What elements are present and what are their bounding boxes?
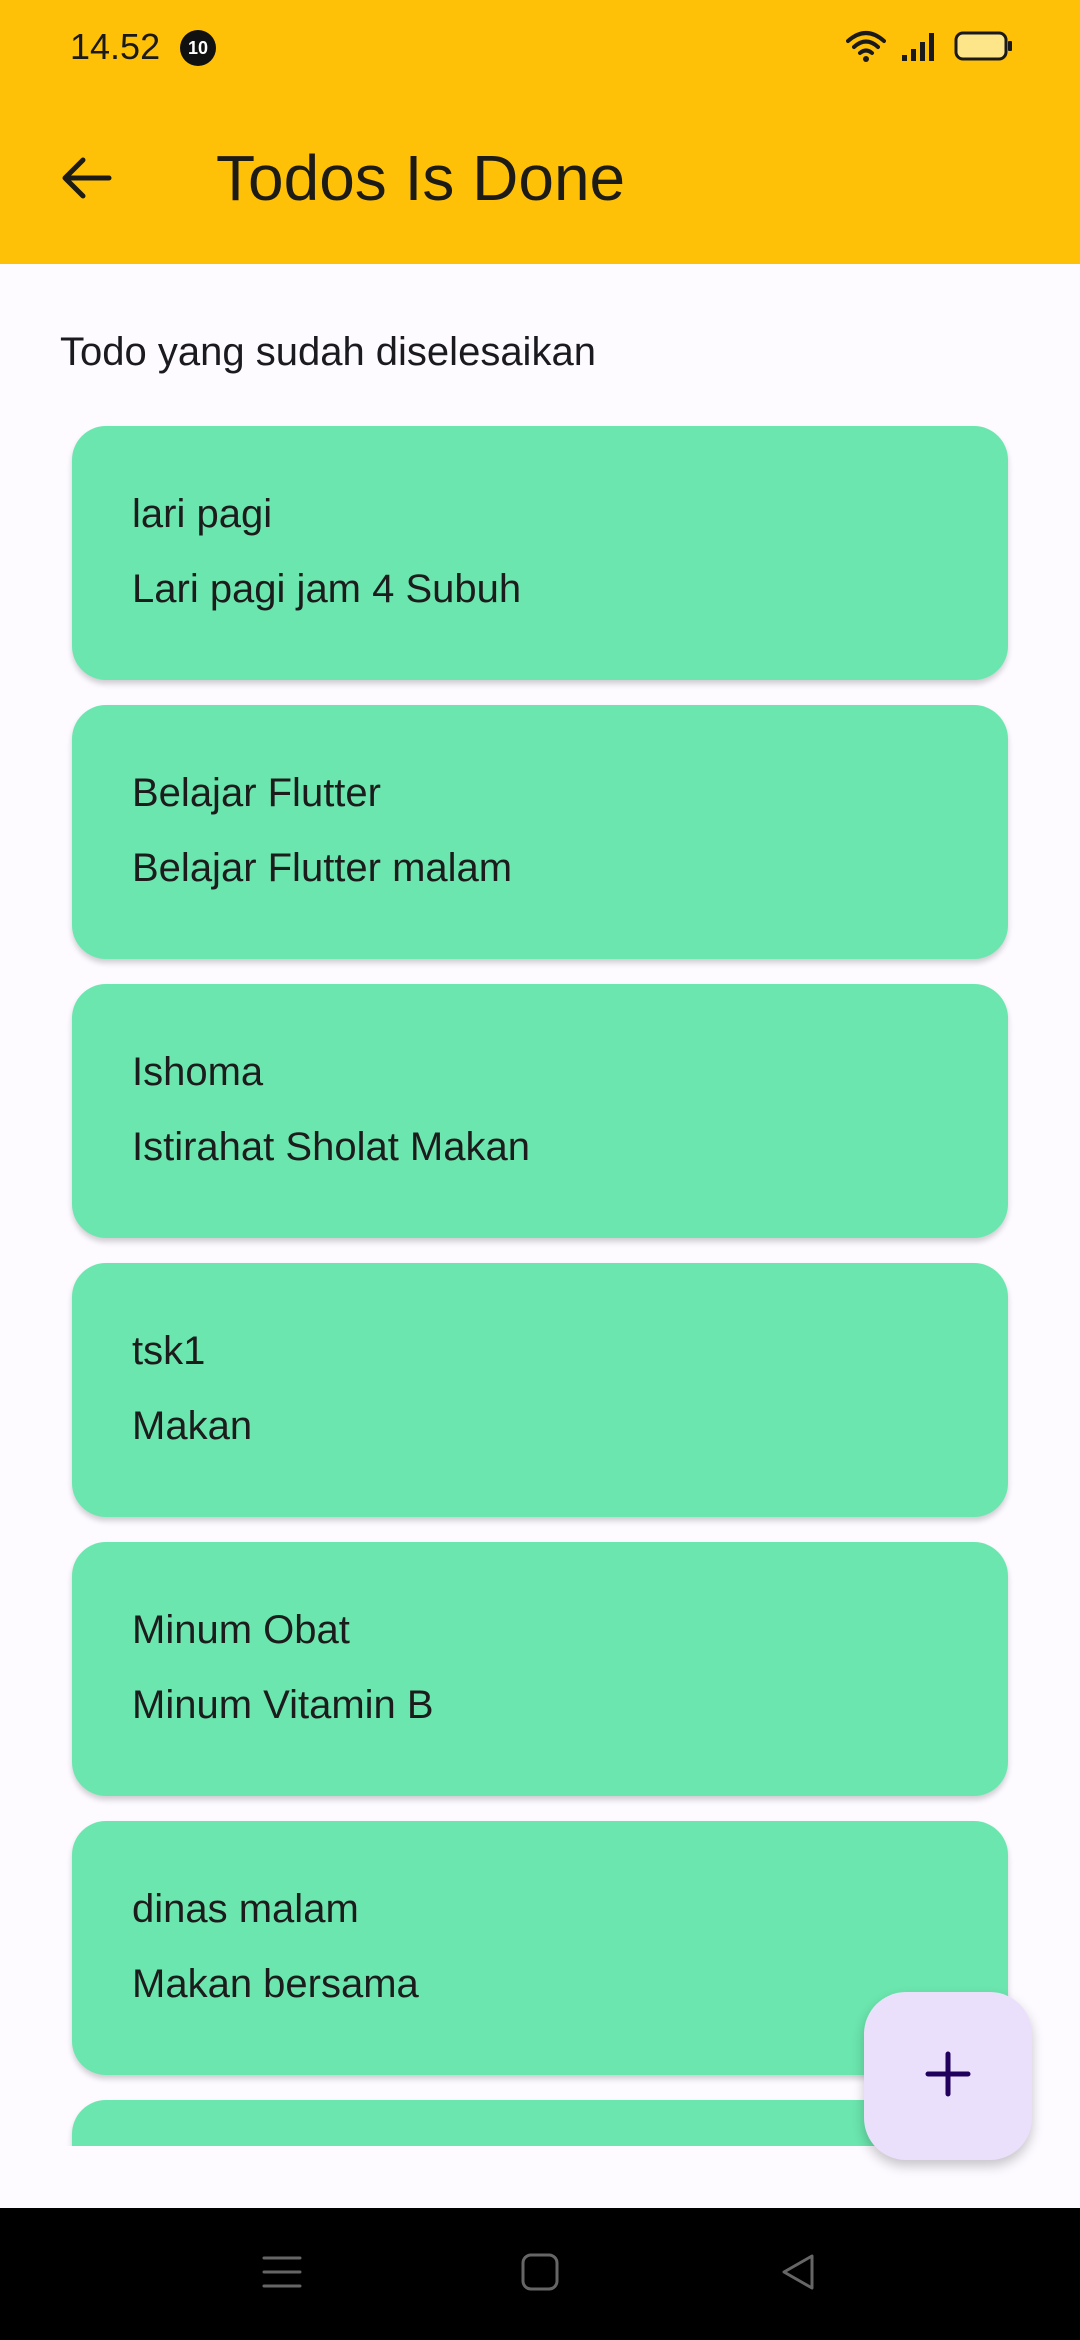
system-nav-bar — [0, 2208, 1080, 2340]
todo-card[interactable]: Minum Obat Minum Vitamin B — [72, 1542, 1008, 1796]
page-title: Todos Is Done — [216, 142, 626, 214]
back-triangle-icon — [778, 2252, 818, 2297]
todo-title: dinas malam — [132, 1887, 359, 1931]
battery-icon — [954, 29, 1014, 68]
nav-home-button[interactable] — [510, 2244, 570, 2304]
app-bar: 14.52 10 Todos Is Done — [0, 0, 1080, 264]
todo-title: Minum Obat — [132, 1608, 350, 1652]
todo-list[interactable]: lari pagi Lari pagi jam 4 Subuh Belajar … — [72, 426, 1008, 2146]
todo-description: Lari pagi jam 4 Subuh — [132, 567, 522, 611]
screen: 14.52 10 Todos Is Done Todo yang sudah d… — [0, 0, 1080, 2340]
plus-icon — [924, 2050, 972, 2103]
status-time: 14.52 — [70, 26, 161, 67]
todo-description: Makan — [132, 1404, 253, 1448]
nav-menu-button[interactable] — [252, 2244, 312, 2304]
todo-card[interactable]: Ishoma Istirahat Sholat Makan — [72, 984, 1008, 1238]
todo-card[interactable]: Belajar Flutter Belajar Flutter malam — [72, 705, 1008, 959]
notification-badge: 10 — [180, 30, 216, 66]
todo-title: lari pagi — [132, 492, 273, 536]
back-button[interactable] — [40, 140, 130, 220]
home-square-icon — [520, 2252, 560, 2297]
todo-description: Makan bersama — [132, 1962, 419, 2006]
todo-title: Ishoma — [132, 1050, 264, 1094]
wifi-icon — [846, 29, 886, 68]
todo-card[interactable]: tsk1 Makan — [72, 1263, 1008, 1517]
arrow-back-icon — [57, 154, 113, 207]
nav-back-button[interactable] — [768, 2244, 828, 2304]
menu-icon — [262, 2252, 302, 2297]
add-todo-fab[interactable] — [864, 1992, 1032, 2160]
status-icons — [846, 30, 1014, 66]
section-subtitle: Todo yang sudah diselesaikan — [60, 330, 596, 374]
todo-description: Belajar Flutter malam — [132, 846, 513, 890]
todo-title: Belajar Flutter — [132, 771, 381, 815]
status-bar: 14.52 10 — [0, 0, 1080, 96]
todo-card[interactable]: lari pagi Lari pagi jam 4 Subuh — [72, 426, 1008, 680]
todo-description: Minum Vitamin B — [132, 1683, 434, 1727]
todo-title: tsk1 — [132, 1329, 206, 1373]
content[interactable]: Todo yang sudah diselesaikan lari pagi L… — [0, 264, 1080, 2146]
signal-icon — [900, 29, 940, 68]
todo-description: Istirahat Sholat Makan — [132, 1125, 530, 1169]
toolbar: Todos Is Done — [0, 120, 1080, 240]
